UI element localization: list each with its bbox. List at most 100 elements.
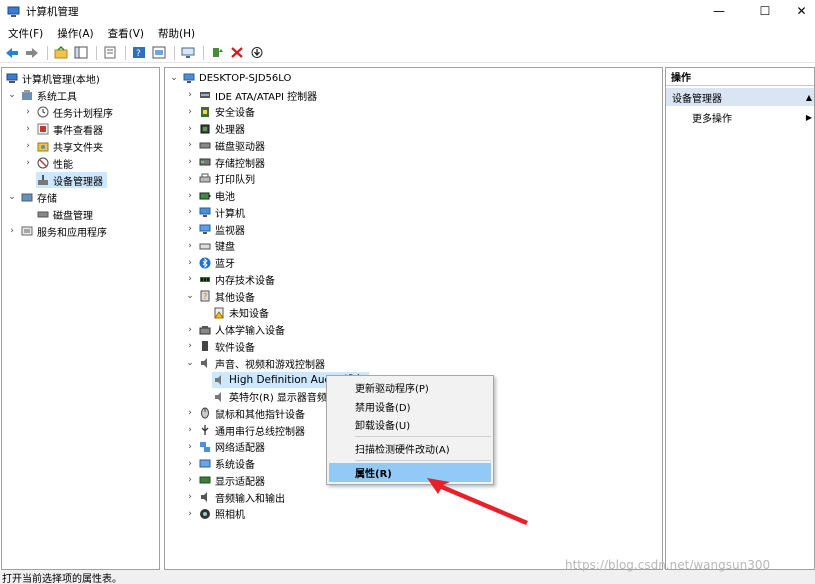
collapse-up-icon[interactable]: ▲ (806, 93, 812, 102)
chevron-right-icon[interactable]: › (185, 157, 195, 167)
device-item[interactable]: › 蓝牙 (185, 255, 235, 271)
disable-device-icon[interactable] (248, 44, 266, 62)
device-item[interactable]: › 系统设备 (185, 456, 255, 472)
more-actions-item[interactable]: 更多操作 ▶ (666, 108, 814, 126)
tree-item-computer-management[interactable]: 计算机管理(本地) (5, 70, 100, 86)
chevron-down-icon[interactable]: ⌄ (169, 73, 179, 83)
device-item[interactable]: › 键盘 (185, 238, 235, 254)
menu-item-disable-device[interactable]: 禁用设备(D) (329, 397, 491, 416)
chevron-right-icon[interactable]: › (23, 141, 33, 151)
chevron-right-icon[interactable]: › (185, 325, 195, 335)
device-item[interactable]: › IDE ATA/ATAPI 控制器 (185, 87, 317, 103)
device-item[interactable]: ⌄? 其他设备 (185, 288, 255, 304)
chevron-down-icon[interactable]: ⌄ (7, 90, 17, 100)
chevron-right-icon[interactable]: › (185, 207, 195, 217)
device-item[interactable]: › 存储控制器 (185, 154, 265, 170)
menu-action[interactable]: 操作(A) (51, 26, 99, 41)
device-item[interactable]: › 计算机 (185, 204, 245, 220)
chevron-right-icon[interactable]: › (185, 475, 195, 485)
chevron-right-icon[interactable]: › (185, 425, 195, 435)
tree-item-label: 计算机管理(本地) (22, 74, 100, 86)
chevron-right-icon[interactable]: › (185, 90, 195, 100)
back-icon[interactable] (3, 44, 21, 62)
device-item[interactable]: › 音频输入和输出 (185, 489, 285, 505)
menu-file[interactable]: 文件(F) (2, 26, 49, 41)
chevron-right-icon[interactable]: › (185, 224, 195, 234)
chevron-right-icon[interactable]: › (185, 274, 195, 284)
chevron-right-icon[interactable]: › (185, 509, 195, 519)
device-item[interactable]: › 处理器 (185, 121, 245, 137)
forward-icon[interactable] (23, 44, 41, 62)
system-device-icon (198, 457, 211, 470)
other-devices-icon: ? (198, 290, 211, 303)
scan-hardware-icon[interactable] (179, 44, 197, 62)
actions-section-device-manager[interactable]: 设备管理器 ▲ (666, 88, 814, 106)
tree-item-services-apps[interactable]: › 服务和应用程序 (7, 223, 107, 239)
device-item[interactable]: › 打印队列 (185, 171, 255, 187)
device-item[interactable]: › 电池 (185, 188, 235, 204)
tree-item-disk-management[interactable]: 磁盘管理 (36, 206, 93, 222)
chevron-right-icon[interactable]: › (185, 124, 195, 134)
device-item[interactable]: › 网络适配器 (185, 439, 265, 455)
minimize-button[interactable]: — (697, 0, 741, 22)
chevron-right-icon[interactable]: › (185, 341, 195, 351)
chevron-right-icon[interactable]: › (185, 492, 195, 502)
help-icon[interactable]: ? (130, 44, 148, 62)
tree-item-performance[interactable]: › 性能 (23, 155, 73, 171)
tree-item-storage[interactable]: ⌄ 存储 (7, 189, 57, 205)
computer-icon (198, 206, 211, 219)
chevron-right-icon[interactable]: › (185, 174, 195, 184)
device-item[interactable]: › 显示适配器 (185, 472, 265, 488)
arrow-shape (427, 478, 528, 525)
menu-view[interactable]: 查看(V) (102, 26, 150, 41)
chevron-right-icon[interactable]: › (185, 442, 195, 452)
device-item[interactable]: › 照相机 (185, 506, 245, 522)
chevron-down-icon[interactable]: ⌄ (185, 358, 195, 368)
chevron-right-icon[interactable]: › (23, 158, 33, 168)
device-item[interactable]: › 监视器 (185, 221, 245, 237)
tree-item-label: 服务和应用程序 (37, 227, 107, 239)
chevron-right-icon[interactable]: › (185, 140, 195, 150)
device-item[interactable]: › 鼠标和其他指针设备 (185, 405, 305, 421)
device-tree-root[interactable]: ⌄ DESKTOP-SJD56LO (169, 70, 291, 86)
uninstall-device-icon[interactable] (228, 44, 246, 62)
toolbar-separator (125, 45, 126, 60)
menu-item-update-driver[interactable]: 更新驱动程序(P) (329, 378, 491, 397)
tree-item-system-tools[interactable]: ⌄ 系统工具 (7, 87, 77, 103)
chevron-right-icon[interactable]: › (185, 408, 195, 418)
chevron-right-icon[interactable]: › (23, 107, 33, 117)
device-item[interactable]: › 软件设备 (185, 338, 255, 354)
device-item[interactable]: 未知设备 (212, 305, 269, 321)
chevron-down-icon[interactable]: ⌄ (185, 291, 195, 301)
chevron-right-icon[interactable]: › (185, 107, 195, 117)
device-item[interactable]: › 通用串行总线控制器 (185, 422, 305, 438)
menu-item-scan-hardware[interactable]: 扫描检测硬件改动(A) (329, 439, 491, 458)
device-item[interactable]: › 人体学输入设备 (185, 322, 285, 338)
tree-item-task-scheduler[interactable]: › 任务计划程序 (23, 104, 113, 120)
properties-sheet-icon[interactable] (101, 44, 119, 62)
device-item[interactable]: › 安全设备 (185, 104, 255, 120)
view-icon[interactable] (150, 44, 168, 62)
chevron-right-icon[interactable]: › (185, 459, 195, 469)
device-item[interactable]: 英特尔(R) 显示器音频 (212, 389, 327, 405)
tree-item-shared-folders[interactable]: › 共享文件夹 (23, 138, 103, 154)
camera-icon (198, 507, 211, 520)
chevron-right-icon[interactable]: › (185, 258, 195, 268)
show-hide-tree-icon[interactable] (72, 44, 90, 62)
tree-item-device-manager[interactable]: 设备管理器 (36, 172, 107, 188)
close-button[interactable]: ✕ (788, 0, 815, 22)
device-item[interactable]: › 内存技术设备 (185, 271, 275, 287)
chevron-down-icon[interactable]: ⌄ (7, 192, 17, 202)
chevron-right-icon[interactable]: › (185, 191, 195, 201)
device-item[interactable]: ⌄ 声音、视频和游戏控制器 (185, 355, 325, 371)
chevron-right-icon[interactable]: › (185, 241, 195, 251)
menu-help[interactable]: 帮助(H) (152, 26, 201, 41)
menu-item-uninstall-device[interactable]: 卸载设备(U) (329, 415, 491, 434)
up-folder-icon[interactable] (52, 44, 70, 62)
update-driver-icon[interactable] (208, 44, 226, 62)
chevron-right-icon[interactable]: › (7, 226, 17, 236)
chevron-right-icon[interactable]: › (23, 124, 33, 134)
tree-item-event-viewer[interactable]: › 事件查看器 (23, 121, 103, 137)
maximize-button[interactable]: ☐ (743, 0, 787, 22)
device-item[interactable]: › 磁盘驱动器 (185, 137, 265, 153)
